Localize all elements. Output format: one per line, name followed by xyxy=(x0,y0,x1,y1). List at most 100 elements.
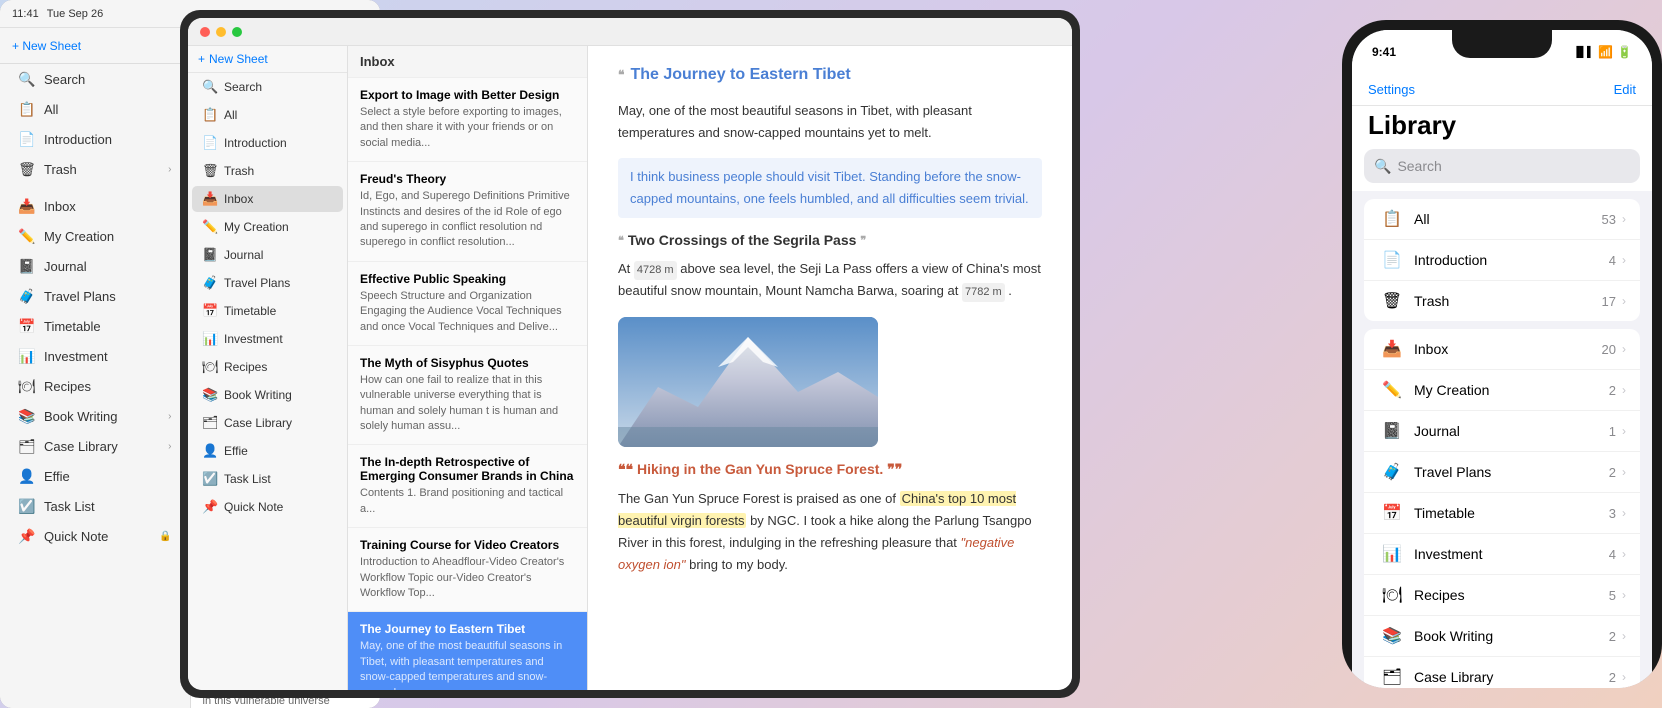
sidebar-label-trash: Trash xyxy=(44,162,77,177)
traffic-yellow-dot[interactable] xyxy=(216,27,226,37)
iphone-section-2: 📥 Inbox 20 › ✏️ My Creation 2 › 📓 Journa… xyxy=(1364,329,1640,688)
task-list-icon: ☑️ xyxy=(18,498,36,515)
subhead-quote-left: ❝ xyxy=(618,234,624,247)
subhead-text: Two Crossings of the Segrila Pass xyxy=(628,232,856,248)
ipad-all-icon: 📋 xyxy=(202,107,218,123)
ipad-sidebar-recipes[interactable]: 🍽 Recipes xyxy=(192,354,343,380)
iphone-item-recipes[interactable]: 🍽 Recipes 5 › xyxy=(1364,575,1640,616)
ipad-sidebar-trash[interactable]: 🗑 Trash xyxy=(192,158,343,184)
sidebar-item-investment[interactable]: 📊 Investment xyxy=(6,342,184,371)
sidebar-label-task-list: Task List xyxy=(44,499,95,514)
iphone-journal-icon: 📓 xyxy=(1378,421,1406,441)
ipad-note-title-sisyphus: The Myth of Sisyphus Quotes xyxy=(360,356,575,370)
ipad-sidebar-label-search: Search xyxy=(224,80,262,94)
ipad-note-item-sisyphus[interactable]: The Myth of Sisyphus Quotes How can one … xyxy=(348,346,587,446)
sidebar-item-book-writing[interactable]: 📚 Book Writing › xyxy=(6,402,184,431)
iphone-edit-button[interactable]: Edit xyxy=(1614,82,1636,97)
ipad-note-item-training[interactable]: Training Course for Video Creators Intro… xyxy=(348,528,587,612)
ipad-sidebar-introduction[interactable]: 📄 Introduction xyxy=(192,130,343,156)
sidebar-item-quick-note[interactable]: 📌 Quick Note 🔒 xyxy=(6,522,184,551)
ipad-note-item-brands[interactable]: The In-depth Retrospective of Emerging C… xyxy=(348,445,587,528)
ipad-device: + New Sheet 🔍 Search 📋 All 📄 Introductio… xyxy=(180,10,1080,698)
iphone-label-journal: Journal xyxy=(1414,423,1609,439)
sidebar-item-trash[interactable]: 🗑 Trash › xyxy=(6,155,184,184)
iphone-count-introduction: 4 xyxy=(1609,253,1616,268)
iphone-item-case-library[interactable]: 🗂 Case Library 2 › xyxy=(1364,657,1640,688)
iphone-page-title: Library xyxy=(1352,106,1652,149)
iphone-item-all[interactable]: 📋 All 53 › xyxy=(1364,199,1640,240)
ipad-sidebar-effie[interactable]: 👤 Effie xyxy=(192,438,343,464)
iphone-label-inbox: Inbox xyxy=(1414,341,1602,357)
ipad-sidebar-journal[interactable]: 📓 Journal xyxy=(192,242,343,268)
iphone-chevron-inbox: › xyxy=(1622,342,1626,356)
iphone-settings-link[interactable]: Settings xyxy=(1368,82,1415,97)
ipad-sidebar-book-writing[interactable]: 📚 Book Writing xyxy=(192,382,343,408)
sidebar-item-inbox[interactable]: 📥 Inbox xyxy=(6,192,184,221)
sidebar-label-introduction: Introduction xyxy=(44,132,112,147)
ipad-investment-icon: 📊 xyxy=(202,331,218,347)
ipad-sidebar-timetable[interactable]: 📅 Timetable xyxy=(192,298,343,324)
iphone-device: 9:41 ▐▌▌ 📶 🔋 Settings Edit Library 🔍 Sea… xyxy=(1342,20,1662,688)
ipad-new-sheet-button[interactable]: + New Sheet xyxy=(188,46,347,73)
iphone-item-introduction[interactable]: 📄 Introduction 4 › xyxy=(1364,240,1640,281)
ipad-note-preview-speaking: Speech Structure and Organization Engagi… xyxy=(360,289,575,335)
sidebar-item-all[interactable]: 📋 All xyxy=(6,95,184,124)
ipad-note-item-tibet[interactable]: The Journey to Eastern Tibet May, one of… xyxy=(348,612,587,690)
ipad-note-item-freud[interactable]: Freud's Theory Id, Ego, and Superego Def… xyxy=(348,162,587,262)
iphone-label-travel-plans: Travel Plans xyxy=(1414,464,1609,480)
sidebar-item-task-list[interactable]: ☑️ Task List xyxy=(6,492,184,521)
ipad-journal-icon: 📓 xyxy=(202,247,218,263)
sidebar-item-effie[interactable]: 👤 Effie xyxy=(6,462,184,491)
sidebar-item-travel-plans[interactable]: 🧳 Travel Plans xyxy=(6,282,184,311)
iphone-count-journal: 1 xyxy=(1609,424,1616,439)
ipad-sidebar-my-creation[interactable]: ✏️ My Creation xyxy=(192,214,343,240)
ipad-sidebar-case-library[interactable]: 🗂 Case Library xyxy=(192,410,343,436)
sidebar-label-book-writing: Book Writing xyxy=(44,409,117,424)
iphone-chevron-recipes: › xyxy=(1622,588,1626,602)
sidebar-item-journal[interactable]: 📓 Journal xyxy=(6,252,184,281)
iphone-nav: Settings Edit xyxy=(1352,74,1652,106)
traffic-green-dot[interactable] xyxy=(232,27,242,37)
sidebar-item-timetable[interactable]: 📅 Timetable xyxy=(6,312,184,341)
ipad-sidebar-search[interactable]: 🔍 Search xyxy=(192,74,343,100)
ipad-sidebar-label-journal: Journal xyxy=(224,248,263,262)
sidebar-label-all: All xyxy=(44,102,58,117)
ipad-note-preview-export: Select a style before exporting to image… xyxy=(360,105,575,151)
sidebar-item-case-library[interactable]: 🗂 Case Library › xyxy=(6,432,184,461)
iphone-timetable-icon: 📅 xyxy=(1378,503,1406,523)
iphone-item-book-writing[interactable]: 📚 Book Writing 2 › xyxy=(1364,616,1640,657)
iphone-count-investment: 4 xyxy=(1609,547,1616,562)
ipad-sidebar-all[interactable]: 📋 All xyxy=(192,102,343,128)
sidebar-item-introduction[interactable]: 📄 Introduction xyxy=(6,125,184,154)
mac-new-sheet-button[interactable]: + New Sheet xyxy=(12,39,81,53)
sidebar-item-search[interactable]: 🔍 Search xyxy=(6,65,184,94)
iphone-item-travel-plans[interactable]: 🧳 Travel Plans 2 › xyxy=(1364,452,1640,493)
ipad-sidebar-investment[interactable]: 📊 Investment xyxy=(192,326,343,352)
ipad-sidebar-task-list[interactable]: ☑️ Task List xyxy=(192,466,343,492)
ipad-note-item-export[interactable]: Export to Image with Better Design Selec… xyxy=(348,78,587,162)
iphone-item-my-creation[interactable]: ✏️ My Creation 2 › xyxy=(1364,370,1640,411)
iphone-item-inbox[interactable]: 📥 Inbox 20 › xyxy=(1364,329,1640,370)
sidebar-item-recipes[interactable]: 🍽 Recipes xyxy=(6,372,184,401)
ipad-sidebar-inbox[interactable]: 📥 Inbox xyxy=(192,186,343,212)
iphone-item-investment[interactable]: 📊 Investment 4 › xyxy=(1364,534,1640,575)
iphone-item-journal[interactable]: 📓 Journal 1 › xyxy=(1364,411,1640,452)
iphone-search-bar[interactable]: 🔍 Search xyxy=(1364,149,1640,183)
traffic-red-dot[interactable] xyxy=(200,27,210,37)
iphone-chevron-timetable: › xyxy=(1622,506,1626,520)
ipad-sidebar-label-investment: Investment xyxy=(224,332,283,346)
iphone-item-timetable[interactable]: 📅 Timetable 3 › xyxy=(1364,493,1640,534)
ipad-sidebar-travel-plans[interactable]: 🧳 Travel Plans xyxy=(192,270,343,296)
iphone-screen: 9:41 ▐▌▌ 📶 🔋 Settings Edit Library 🔍 Sea… xyxy=(1352,30,1652,688)
iphone-item-trash[interactable]: 🗑 Trash 17 › xyxy=(1364,281,1640,321)
ipad-note-preview-sisyphus: How can one fail to realize that in this… xyxy=(360,373,575,435)
ipad-sidebar-quick-note[interactable]: 📌 Quick Note xyxy=(192,494,343,520)
sidebar-item-my-creation[interactable]: ✏️ My Creation xyxy=(6,222,184,251)
ipad-note-item-speaking[interactable]: Effective Public Speaking Speech Structu… xyxy=(348,262,587,346)
mac-day: Tue Sep 26 xyxy=(47,8,103,20)
iphone-count-recipes: 5 xyxy=(1609,588,1616,603)
ipad-quick-note-icon: 📌 xyxy=(202,499,218,515)
iphone-chevron-case-library: › xyxy=(1622,670,1626,684)
ipad-book-writing-icon: 📚 xyxy=(202,387,218,403)
wifi-icon: 📶 xyxy=(1598,45,1613,59)
